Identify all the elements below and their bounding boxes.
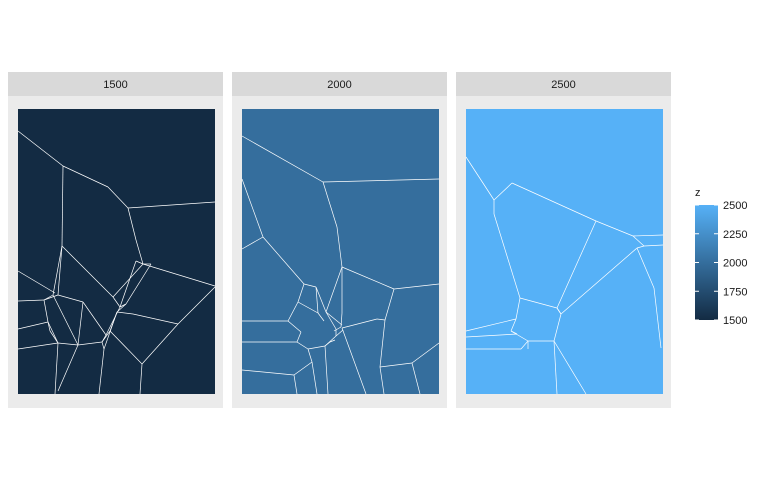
facet-1500: 1500 [8, 72, 223, 408]
voronoi-tiles-2000 [242, 109, 439, 394]
facets: 1500 2000 2500 [8, 72, 671, 408]
legend-tick-label: 2000 [723, 258, 747, 270]
facet-2000: 2000 [232, 72, 447, 408]
legend-tick-label: 2250 [723, 229, 747, 241]
voronoi-tiles-1500 [18, 109, 215, 394]
facet-strip-label: 2000 [327, 79, 351, 91]
facet-strip-label: 2500 [551, 79, 575, 91]
legend: z 2500 2250 2000 1750 1500 [695, 187, 747, 327]
voronoi-facet-chart: 1500 2000 2500 z 2500 2250 2000 1750 1500 [8, 72, 747, 408]
facet-strip-label: 1500 [103, 79, 127, 91]
legend-title: z [695, 187, 701, 199]
legend-tick-label: 2500 [723, 200, 747, 212]
legend-tick-label: 1500 [723, 315, 747, 327]
facet-2500: 2500 [456, 72, 671, 408]
legend-tick-label: 1750 [723, 286, 747, 298]
